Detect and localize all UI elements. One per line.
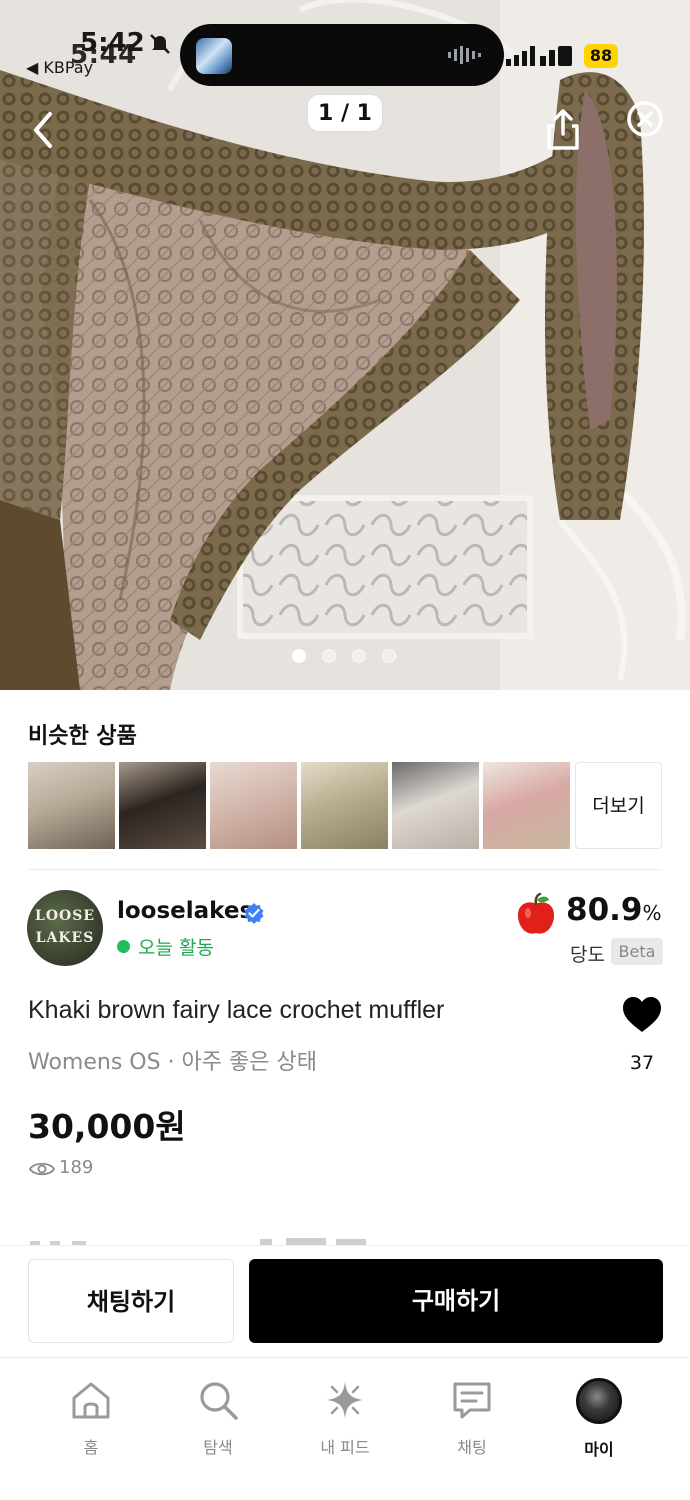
tab-label: 마이 <box>584 1440 614 1459</box>
search-icon <box>200 1382 238 1420</box>
tab-my[interactable]: 마이 <box>544 1378 654 1459</box>
similar-item-thumbnail[interactable] <box>28 762 115 849</box>
similar-item-thumbnail[interactable] <box>210 762 297 849</box>
bottom-action-bar: 채팅하기 구매하기 <box>0 1245 690 1357</box>
image-counter: 1 / 1 <box>307 94 383 132</box>
tab-home[interactable]: 홈 <box>36 1378 146 1458</box>
page-dot <box>382 649 396 663</box>
tab-bar: 홈 탐색 내 피드 채팅 마이 <box>0 1357 690 1500</box>
similar-item-thumbnail[interactable] <box>119 762 206 849</box>
avatar-text-line1: LOOSE <box>34 908 95 924</box>
score-label: 당도 <box>570 944 605 966</box>
similar-items-row <box>28 762 570 849</box>
home-icon <box>72 1382 110 1419</box>
tab-explore[interactable]: 탐색 <box>163 1378 273 1458</box>
seller-name[interactable]: looselakes <box>117 898 253 924</box>
dynamic-island <box>180 24 504 86</box>
tab-label: 내 피드 <box>320 1438 370 1457</box>
tab-label: 홈 <box>83 1438 99 1457</box>
sparkle-icon <box>327 1381 363 1419</box>
page-dot <box>292 649 306 663</box>
signal-icon <box>506 46 535 66</box>
back-to-app[interactable]: ◀ KBPay <box>26 58 93 77</box>
avatar <box>576 1378 622 1424</box>
score-unit: % <box>642 901 662 925</box>
similar-item-thumbnail[interactable] <box>483 762 570 849</box>
waveform-icon <box>448 46 481 64</box>
tab-chat[interactable]: 채팅 <box>417 1378 527 1458</box>
tab-label: 채팅 <box>457 1438 487 1457</box>
product-title: Khaki brown fairy lace crochet muffler <box>28 996 445 1024</box>
similar-items-title: 비슷한 상품 <box>28 724 137 749</box>
product-price: 30,000원 <box>28 1107 186 1146</box>
seller-avatar[interactable]: LOOSE LAKES <box>27 890 103 966</box>
beta-badge: Beta <box>611 938 663 965</box>
battery-indicator: 88 <box>584 44 618 68</box>
close-icon[interactable] <box>620 94 670 144</box>
page-dot <box>322 649 336 663</box>
see-more-button[interactable]: 더보기 <box>575 762 662 849</box>
tab-label: 탐색 <box>203 1438 233 1457</box>
heart-icon[interactable] <box>621 996 663 1034</box>
status-time: 5:42 <box>80 28 145 58</box>
online-status-dot <box>117 940 130 953</box>
bell-muted-icon <box>150 34 170 54</box>
similar-item-thumbnail[interactable] <box>301 762 388 849</box>
image-page-dots <box>292 649 396 663</box>
score-value: 80.9 <box>566 892 643 928</box>
buy-button[interactable]: 구매하기 <box>249 1259 663 1343</box>
divider <box>28 869 662 870</box>
apple-icon <box>517 892 555 934</box>
now-playing-artwork <box>196 38 232 74</box>
view-count: 189 <box>59 1157 94 1178</box>
chat-icon <box>453 1382 491 1419</box>
chat-button[interactable]: 채팅하기 <box>28 1259 234 1343</box>
back-arrow-icon[interactable] <box>22 104 66 156</box>
share-icon[interactable] <box>540 106 586 154</box>
activity-status: 오늘 활동 <box>138 937 214 959</box>
eye-icon <box>29 1162 55 1176</box>
page-dot <box>352 649 366 663</box>
network-5g-icon <box>540 46 572 66</box>
product-meta: Womens OS · 아주 좋은 상태 <box>28 1050 317 1075</box>
seller-score: 80.9% <box>566 892 662 928</box>
similar-item-thumbnail[interactable] <box>392 762 479 849</box>
tab-my-feed[interactable]: 내 피드 <box>290 1378 400 1458</box>
avatar-text-line2: LAKES <box>35 930 95 946</box>
like-count: 37 <box>629 1052 655 1074</box>
verified-badge-icon <box>244 903 264 924</box>
